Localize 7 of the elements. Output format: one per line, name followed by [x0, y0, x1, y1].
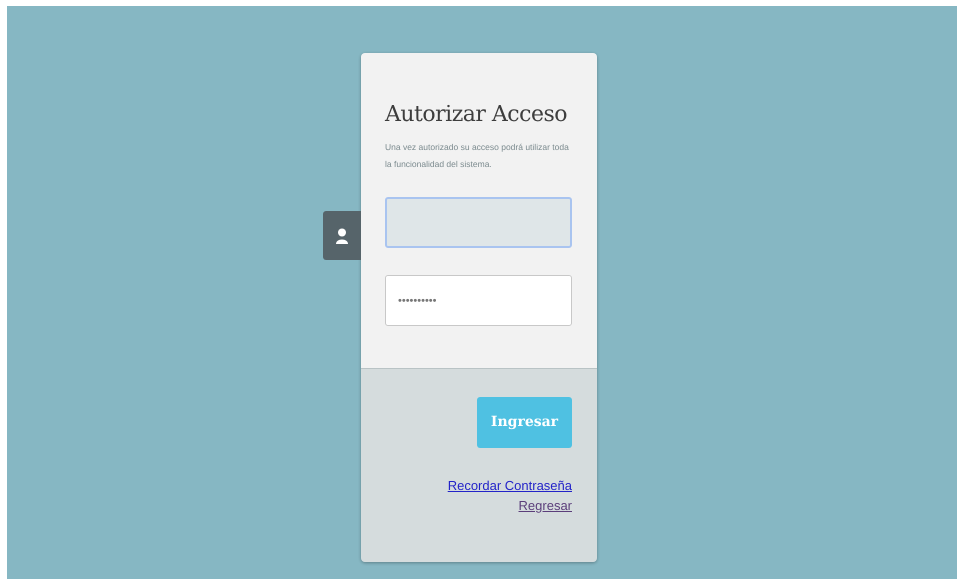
password-field[interactable]: •••••••••• — [385, 275, 572, 326]
text-link[interactable]: Regresar — [518, 496, 572, 516]
username-field[interactable] — [385, 197, 572, 248]
user-icon — [336, 228, 348, 244]
text-link[interactable]: Recordar Contraseña — [448, 476, 572, 496]
form-title: Autorizar Acceso — [385, 101, 568, 129]
form-description: Una vez autorizado su acceso podrá utilizar toda la funcionalidad del sistema. — [385, 141, 570, 171]
